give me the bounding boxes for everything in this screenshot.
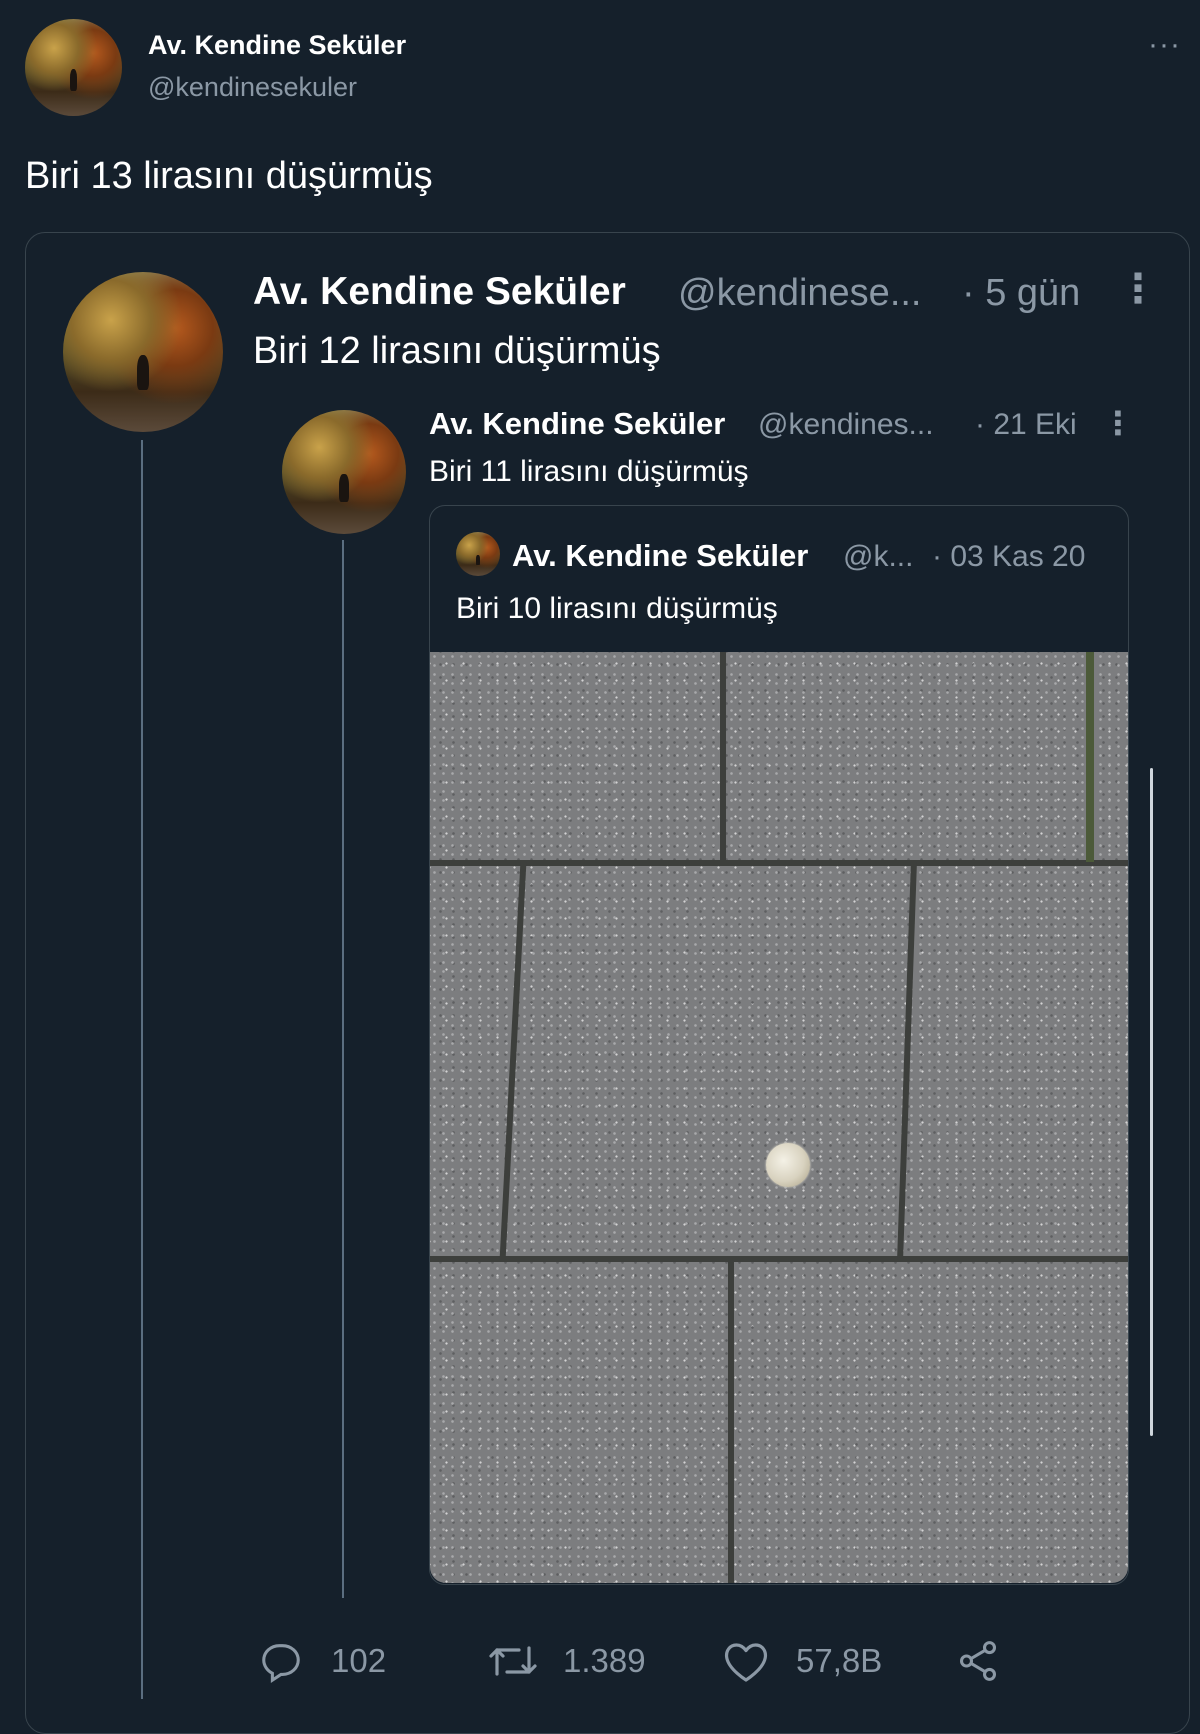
quote2-author-name[interactable]: Av. Kendine Seküler	[429, 406, 725, 442]
like-count[interactable]: 57,8B	[796, 1642, 882, 1680]
quote1-more-button[interactable]: ⋮	[1118, 266, 1158, 312]
quote2-avatar[interactable]	[282, 410, 406, 534]
quote3-author-handle[interactable]: @k...	[843, 540, 913, 574]
quote3-timestamp[interactable]: · 03 Kas 20	[932, 540, 1085, 574]
reply-count[interactable]: 102	[331, 1642, 386, 1680]
share-icon[interactable]	[955, 1638, 1001, 1684]
pavement-joint	[499, 862, 527, 1260]
thread-line-1	[141, 440, 143, 1699]
retweet-icon[interactable]	[487, 1640, 539, 1682]
coin	[766, 1143, 810, 1187]
pavement-joint	[728, 1260, 734, 1583]
author-handle[interactable]: @kendinesekuler	[148, 72, 357, 103]
quote2-more-button[interactable]: ⋮	[1102, 404, 1134, 442]
quote1-timestamp[interactable]: · 5 gün	[962, 272, 1080, 315]
quote1-text: Biri 12 lirasını düşürmüş	[253, 330, 661, 372]
pavement-joint	[430, 860, 1128, 866]
quote2-text: Biri 11 lirasını düşürmüş	[429, 455, 749, 488]
quote3-author-name[interactable]: Av. Kendine Seküler	[512, 538, 808, 574]
author-avatar[interactable]	[25, 19, 122, 116]
pavement-joint	[720, 652, 726, 862]
retweet-count[interactable]: 1.389	[563, 1642, 646, 1680]
pavement-joint	[897, 862, 917, 1260]
quote3-avatar[interactable]	[456, 532, 500, 576]
reply-icon[interactable]	[258, 1638, 304, 1684]
thread-line-2	[342, 540, 344, 1598]
like-icon[interactable]	[722, 1638, 770, 1684]
quote2-timestamp[interactable]: · 21 Eki	[975, 408, 1077, 442]
tweet-text: Biri 13 lirasını düşürmüş	[25, 155, 433, 197]
more-options-button[interactable]: ···	[1148, 28, 1181, 62]
quote2-author-handle[interactable]: @kendines...	[758, 408, 934, 442]
quote1-author-name[interactable]: Av. Kendine Seküler	[253, 270, 626, 314]
tweet-image-pavement-with-coin[interactable]	[430, 652, 1128, 1583]
author-name[interactable]: Av. Kendine Seküler	[148, 30, 406, 61]
quote1-avatar[interactable]	[63, 272, 223, 432]
pavement-joint	[1086, 652, 1094, 862]
pavement-joint	[430, 1256, 1128, 1262]
scrollbar[interactable]	[1150, 768, 1153, 1436]
quote3-text: Biri 10 lirasını düşürmüş	[456, 592, 778, 625]
quote1-author-handle[interactable]: @kendinese...	[678, 272, 922, 315]
